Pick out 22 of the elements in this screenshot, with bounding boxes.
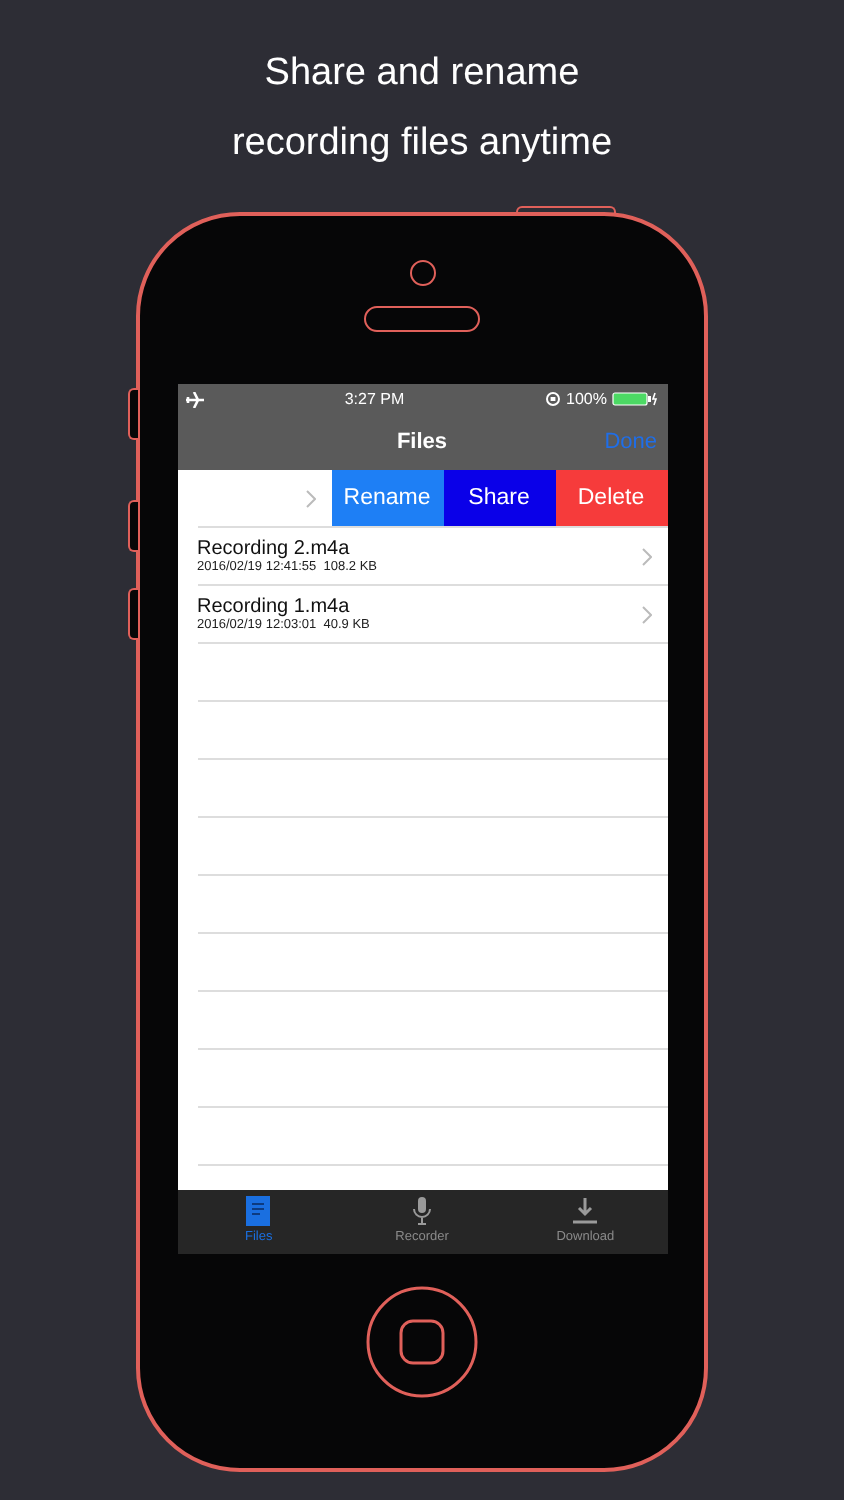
row-action-button[interactable]: Share — [443, 470, 555, 526]
rotation-lock-icon — [546, 392, 561, 406]
headline: recording files anytime — [231, 120, 613, 168]
home-button[interactable] — [366, 1286, 478, 1398]
download-icon — [572, 1196, 599, 1226]
chevron-icon — [641, 605, 651, 623]
chevron-icon — [305, 489, 315, 507]
headline: Share and rename — [262, 50, 582, 98]
airplane-icon — [185, 391, 203, 407]
document-icon — [246, 1196, 271, 1226]
row-action-button[interactable]: Delete — [555, 470, 667, 526]
file-name: Recording 2.m4a — [197, 538, 352, 560]
speaker-icon — [364, 306, 480, 332]
battery-percent: 100% — [566, 390, 607, 408]
nav-title: Files — [396, 430, 448, 454]
row-action-button[interactable]: Rename — [331, 470, 443, 526]
chevron-icon — [641, 547, 651, 565]
file-name: Recording 1.m4a — [197, 596, 352, 618]
microphone-icon — [412, 1196, 432, 1226]
status-time: 3:27 PM — [344, 390, 405, 408]
camera-icon — [409, 260, 435, 286]
battery-icon — [612, 392, 659, 406]
